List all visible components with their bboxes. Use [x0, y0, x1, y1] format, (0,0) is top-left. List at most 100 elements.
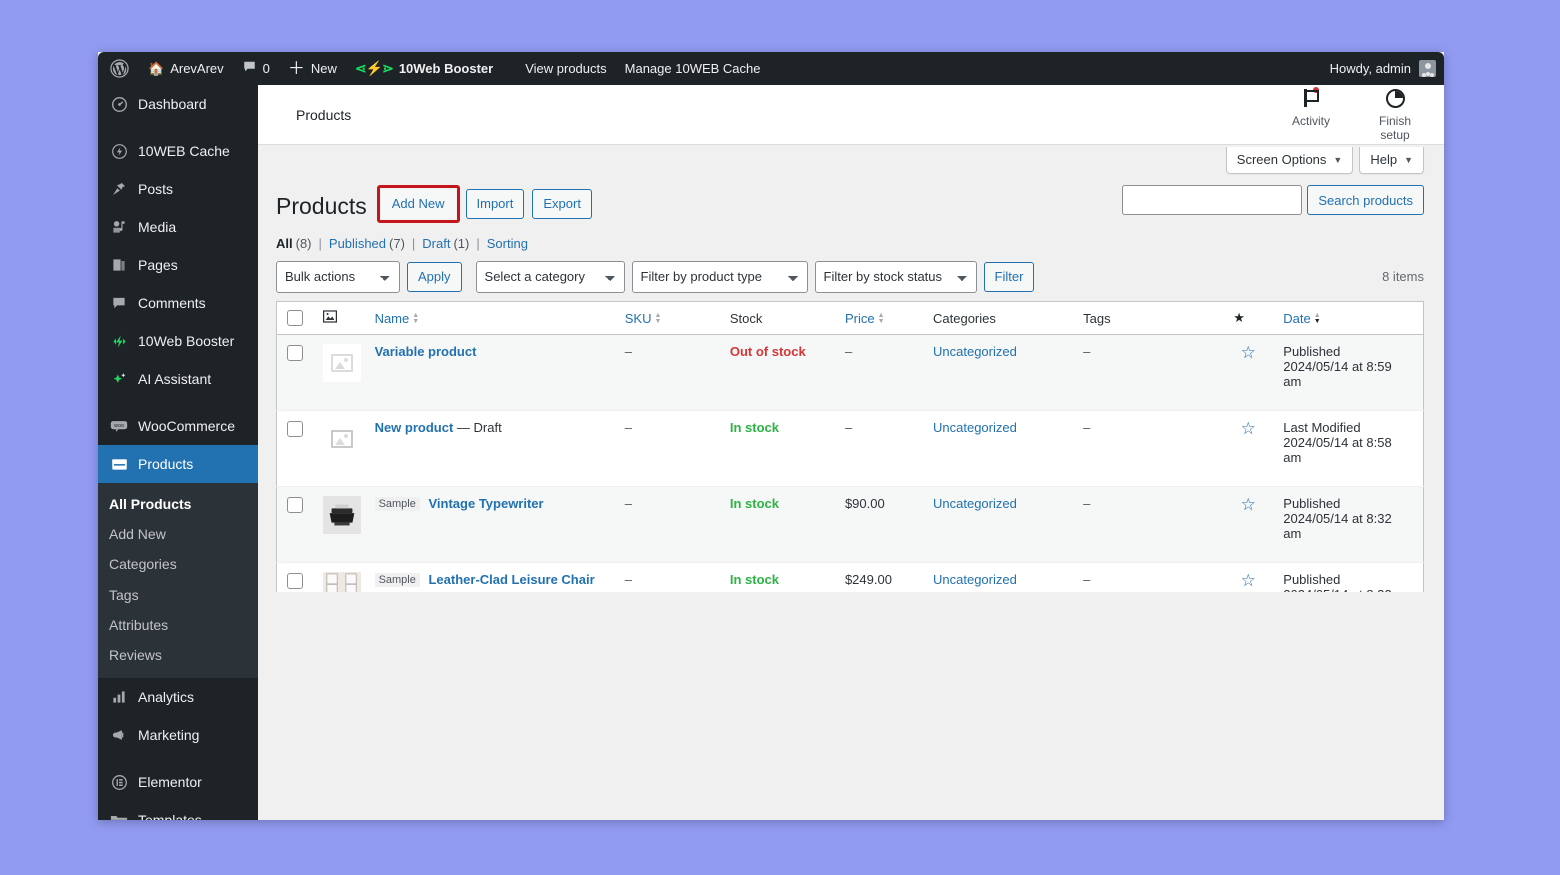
category-link[interactable]: Uncategorized	[933, 496, 1017, 511]
product-thumbnail[interactable]	[323, 572, 361, 591]
table-row[interactable]: New product — Draft – In stock – Uncateg…	[277, 411, 1424, 487]
adminbar-comments[interactable]: 0	[233, 52, 279, 85]
product-name-link[interactable]: Variable product	[375, 344, 477, 359]
status-link-all[interactable]: All (8) |	[276, 236, 329, 251]
adminbar-site-name[interactable]: 🏠 ArevArev	[139, 52, 233, 85]
column-sku[interactable]: SKU ▲▼	[615, 301, 720, 335]
product-name-link[interactable]: New product	[375, 420, 454, 435]
table-row[interactable]: Sample Vintage Typewriter – In stock $90…	[277, 487, 1424, 563]
column-date[interactable]: Date ▲▼	[1273, 301, 1423, 335]
sort-by-name[interactable]: Name ▲▼	[375, 311, 420, 326]
search-products-button[interactable]: Search products	[1307, 185, 1424, 215]
sidebar-item-products[interactable]: Products	[98, 445, 258, 483]
product-name-link[interactable]: Leather-Clad Leisure Chair	[428, 572, 594, 587]
status-link-label[interactable]: Draft	[422, 236, 450, 251]
export-button[interactable]: Export	[532, 189, 592, 219]
sidebar-item-10web-booster[interactable]: 10Web Booster	[98, 322, 258, 360]
product-name-link[interactable]: Vintage Typewriter	[428, 496, 543, 511]
sidebar-item-templates[interactable]: Templates	[98, 801, 258, 820]
admin-sidebar-menu: Dashboard 10WEB Cache Posts Media	[98, 85, 258, 820]
row-checkbox[interactable]	[287, 573, 303, 589]
row-sku-cell: –	[615, 487, 720, 563]
wordpress-logo-icon[interactable]	[98, 52, 139, 85]
sort-by-sku[interactable]: SKU ▲▼	[625, 311, 662, 326]
screen-options-button[interactable]: Screen Options ▼	[1226, 147, 1354, 174]
sidebar-item-10web-cache[interactable]: 10WEB Cache	[98, 132, 258, 170]
search-input[interactable]	[1122, 185, 1302, 215]
filter-button[interactable]: Filter	[984, 262, 1035, 292]
sidebar-item-comments[interactable]: Comments	[98, 284, 258, 322]
sidebar-subitem-all-products[interactable]: All Products	[98, 489, 258, 519]
product-thumbnail-placeholder[interactable]	[323, 420, 361, 458]
import-button[interactable]: Import	[466, 189, 525, 219]
row-thumbnail-cell	[313, 487, 365, 563]
sidebar-item-woocommerce[interactable]: woo WooCommerce	[98, 407, 258, 445]
product-thumbnail-placeholder[interactable]	[323, 344, 361, 382]
status-link-draft[interactable]: Draft (1) |	[422, 236, 486, 251]
category-filter-select[interactable]: Select a category	[476, 261, 625, 293]
sidebar-item-marketing[interactable]: Marketing	[98, 716, 258, 754]
adminbar-account[interactable]: Howdy, admin	[1330, 60, 1444, 77]
column-categories: Categories	[923, 301, 1073, 335]
stock-status-filter-select[interactable]: Filter by stock status	[815, 261, 977, 293]
column-name[interactable]: Name ▲▼	[365, 301, 615, 335]
sidebar-subitem-categories[interactable]: Categories	[98, 549, 258, 579]
sidebar-item-analytics[interactable]: Analytics	[98, 678, 258, 716]
sort-by-date[interactable]: Date ▲▼	[1283, 311, 1320, 326]
row-checkbox[interactable]	[287, 497, 303, 513]
adminbar-new-content[interactable]: ＋ New	[279, 52, 346, 85]
sidebar-item-posts[interactable]: Posts	[98, 170, 258, 208]
plus-icon: ＋	[288, 60, 305, 77]
sidebar-item-pages[interactable]: Pages	[98, 246, 258, 284]
select-all-checkbox[interactable]	[287, 310, 303, 326]
star-outline-icon[interactable]: ☆	[1241, 495, 1256, 514]
sidebar-subitem-attributes[interactable]: Attributes	[98, 610, 258, 640]
row-checkbox[interactable]	[287, 421, 303, 437]
add-new-button[interactable]: Add New	[381, 189, 456, 219]
activity-button[interactable]: Activity	[1282, 87, 1340, 128]
sidebar-item-elementor[interactable]: Elementor	[98, 763, 258, 801]
adminbar-view-products[interactable]: View products	[516, 52, 615, 85]
adminbar-10web-booster[interactable]: ⋖⚡⋗ 10Web Booster	[346, 52, 502, 85]
status-link-label[interactable]: Published	[329, 236, 386, 251]
star-outline-icon[interactable]: ☆	[1241, 419, 1256, 438]
media-icon	[109, 217, 129, 237]
row-checkbox[interactable]	[287, 345, 303, 361]
apply-button[interactable]: Apply	[407, 262, 462, 292]
sort-by-price[interactable]: Price ▲▼	[845, 311, 885, 326]
row-categories-cell: Uncategorized	[923, 563, 1073, 592]
status-link-label[interactable]: Sorting	[487, 236, 528, 251]
finish-setup-button[interactable]: Finish setup	[1366, 87, 1424, 142]
house-icon: 🏠	[148, 61, 164, 77]
sidebar-subitem-tags[interactable]: Tags	[98, 580, 258, 610]
sidebar-item-ai-assistant[interactable]: AI Assistant	[98, 360, 258, 398]
column-price[interactable]: Price ▲▼	[835, 301, 923, 335]
help-button[interactable]: Help ▼	[1359, 147, 1424, 174]
category-link[interactable]: Uncategorized	[933, 572, 1017, 587]
status-link-label[interactable]: All	[276, 236, 293, 251]
status-link-sorting[interactable]: Sorting	[487, 236, 528, 251]
table-row[interactable]: Sample Leather-Clad Leisure Chair – In s…	[277, 563, 1424, 592]
product-thumbnail[interactable]	[323, 496, 361, 534]
sidebar-subitem-reviews[interactable]: Reviews	[98, 640, 258, 670]
flag-badge-icon	[1304, 87, 1318, 109]
row-sku-cell: –	[615, 411, 720, 487]
adminbar-manage-cache[interactable]: Manage 10WEB Cache	[616, 52, 770, 85]
sidebar-subitem-add-new[interactable]: Add New	[98, 519, 258, 549]
image-placeholder-icon	[331, 354, 353, 372]
bulk-actions-select[interactable]: Bulk actions	[276, 261, 400, 293]
date-value: 2024/05/14 at 8:32 am	[1283, 587, 1413, 591]
table-row[interactable]: Variable product – Out of stock – Uncate…	[277, 335, 1424, 411]
category-link[interactable]: Uncategorized	[933, 344, 1017, 359]
activity-label: Activity	[1292, 114, 1330, 128]
sidebar-submenu-products: All Products Add New Categories Tags Att…	[98, 483, 258, 678]
status-link-published[interactable]: Published (7) |	[329, 236, 422, 251]
sidebar-item-dashboard[interactable]: Dashboard	[98, 85, 258, 123]
sidebar-item-media[interactable]: Media	[98, 208, 258, 246]
star-outline-icon[interactable]: ☆	[1241, 571, 1256, 590]
row-stock-cell: In stock	[720, 487, 835, 563]
category-link[interactable]: Uncategorized	[933, 420, 1017, 435]
finish-setup-label: Finish setup	[1366, 114, 1424, 142]
product-type-filter-select[interactable]: Filter by product type	[632, 261, 808, 293]
star-outline-icon[interactable]: ☆	[1241, 343, 1256, 362]
